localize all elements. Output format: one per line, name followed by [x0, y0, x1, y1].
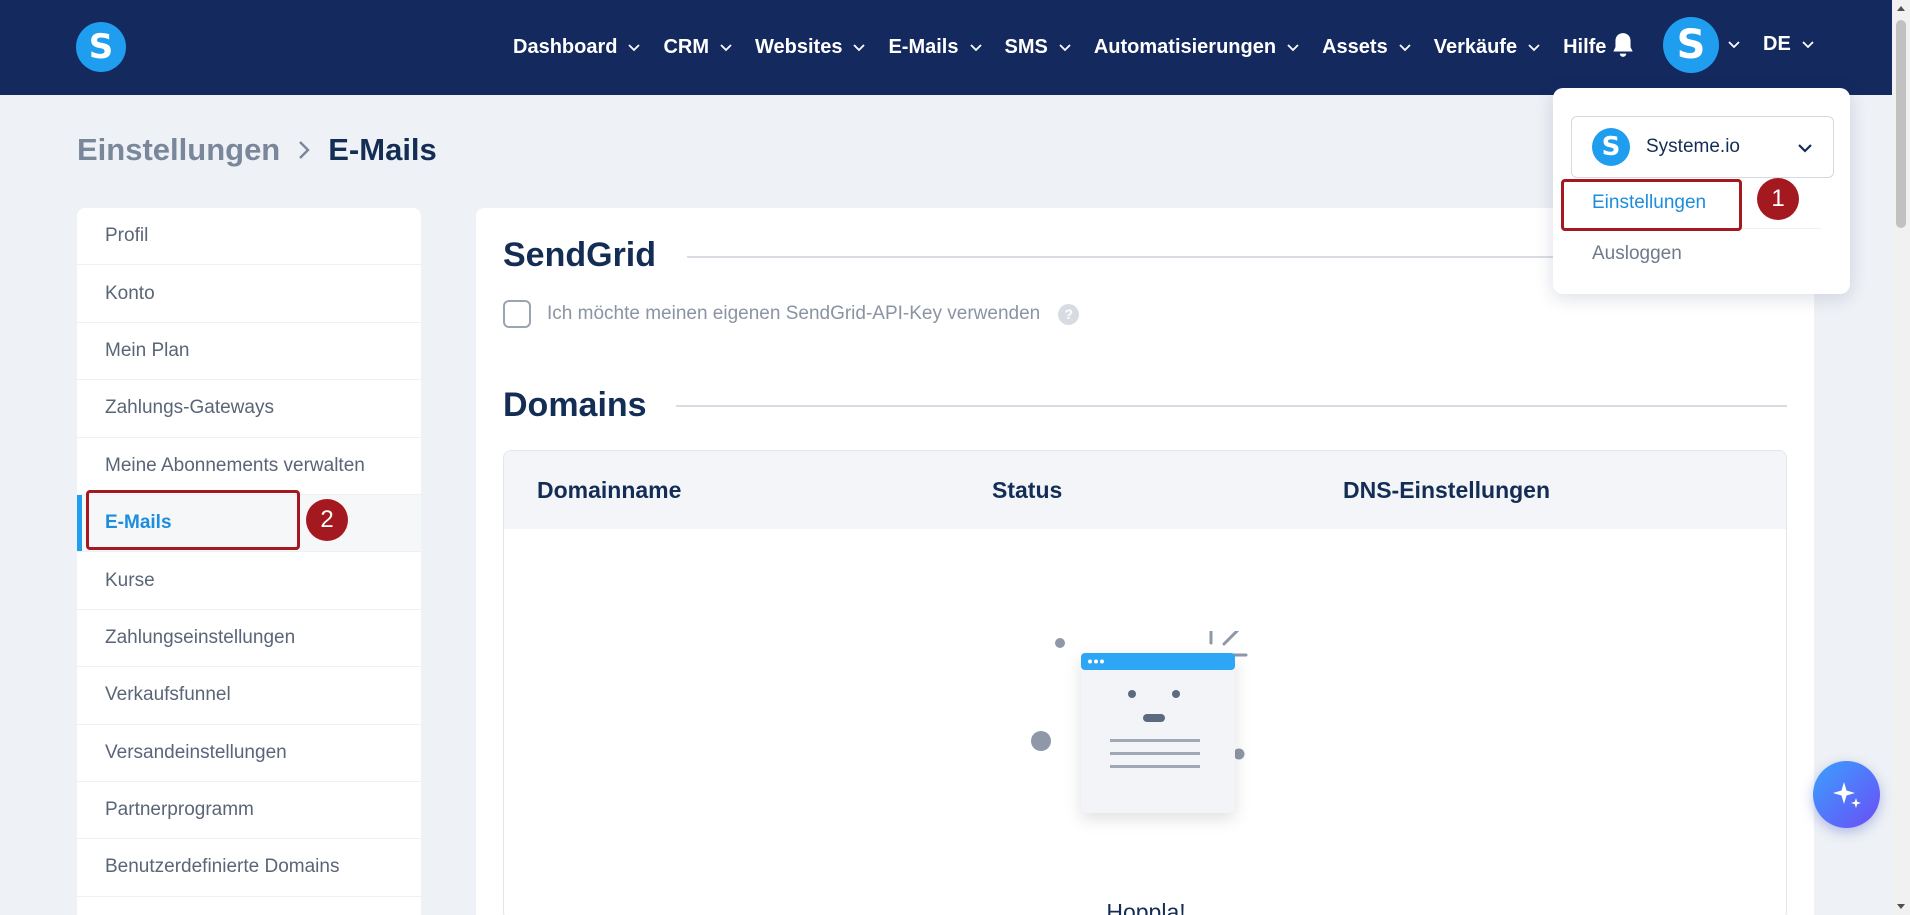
nav-item-label: Dashboard — [513, 36, 618, 58]
sidebar-item-zahlungseinstellungen[interactable]: Zahlungseinstellungen — [77, 610, 421, 668]
nav-item-hilfe[interactable]: Hilfe — [1563, 36, 1606, 59]
annotation-box-1 — [1561, 179, 1742, 231]
sendgrid-api-key-option: Ich möchte meinen eigenen SendGrid-API-K… — [503, 300, 1080, 328]
nav-item-assets[interactable]: Assets — [1322, 36, 1412, 59]
chevron-down-icon — [1798, 144, 1812, 153]
section-divider — [676, 405, 1787, 407]
sparkle-icon — [1832, 781, 1861, 808]
sidebar-item-verkaufsfunnel[interactable]: Verkaufsfunnel — [77, 667, 421, 725]
annotation-badge-1: 1 — [1757, 178, 1799, 220]
sidebar-item-benutzerdefinierte-domains[interactable]: Benutzerdefinierte Domains — [77, 839, 421, 897]
table-header: Domainname Status DNS-Einstellungen — [504, 451, 1786, 529]
sidebar-item-mein-plan[interactable]: Mein Plan — [77, 323, 421, 381]
account-switcher[interactable]: S Systeme.io — [1571, 116, 1834, 178]
main-content-card: SendGrid Ich möchte meinen eigenen SendG… — [476, 208, 1814, 915]
sidebar-item-partnerprogramm[interactable]: Partnerprogramm — [77, 782, 421, 840]
sendgrid-section-title: SendGrid — [503, 236, 657, 274]
domains-table: Domainname Status DNS-Einstellungen Hopp… — [503, 450, 1787, 915]
chevron-down-icon — [1399, 43, 1411, 51]
chevron-down-icon — [628, 43, 641, 51]
nav-item-label: SMS — [1004, 36, 1048, 58]
page-scrollbar[interactable] — [1892, 0, 1910, 915]
nav-item-label: Automatisierungen — [1093, 36, 1277, 58]
bell-icon[interactable] — [1610, 31, 1636, 59]
chevron-down-icon — [1287, 43, 1299, 51]
sidebar-item-profil[interactable]: Profil — [77, 208, 421, 266]
chevron-down-icon[interactable] — [1727, 38, 1741, 52]
language-label: DE — [1763, 33, 1791, 55]
empty-state-text: Hopplа! — [1106, 899, 1186, 915]
page-title: E-Mails — [328, 132, 437, 167]
chevron-down-icon — [969, 43, 982, 51]
nav-item-websites[interactable]: Websites — [755, 36, 866, 59]
ai-assistant-button[interactable] — [1813, 761, 1880, 828]
nav-item-sms[interactable]: SMS — [1005, 36, 1072, 59]
empty-state-illustration — [1031, 631, 1248, 813]
sendgrid-api-key-checkbox[interactable] — [503, 300, 531, 328]
nav-item-label: Assets — [1322, 36, 1388, 58]
sidebar-item-kurse[interactable]: Kurse — [77, 552, 421, 610]
annotation-box-2 — [86, 490, 300, 550]
top-navigation-bar: S Dashboard CRM Websites E-Mails SMS Automati… — [0, 0, 1892, 95]
chevron-down-icon — [853, 43, 866, 51]
chevron-down-icon — [1059, 43, 1071, 51]
nav-item-label: Verkäufe — [1433, 36, 1518, 58]
account-logo: S — [1592, 128, 1630, 166]
language-selector[interactable]: DE — [1763, 33, 1815, 56]
annotation-badge-2: 2 — [306, 499, 348, 541]
nav-item-label: CRM — [663, 36, 710, 58]
scrollbar-thumb[interactable] — [1896, 20, 1906, 228]
column-header-status: Status — [992, 477, 1063, 503]
main-nav: Dashboard CRM Websites E-Mails SMS Automatisi… — [513, 0, 1624, 95]
domains-section-title: Domains — [503, 386, 647, 424]
account-name: Systeme.io — [1646, 136, 1740, 157]
nav-item-dashboard[interactable]: Dashboard — [513, 36, 641, 59]
nav-item-label: Websites — [755, 36, 843, 58]
scroll-down-arrow[interactable] — [1897, 904, 1905, 909]
column-header-dns-settings: DNS-Einstellungen — [1343, 477, 1551, 503]
chevron-down-icon — [1802, 40, 1814, 48]
column-header-domainname: Domainname — [537, 477, 682, 503]
chevron-down-icon — [1528, 43, 1540, 51]
sidebar-item-versandeinstellungen[interactable]: Versandeinstellungen — [77, 725, 421, 782]
nav-item-crm[interactable]: CRM — [663, 36, 733, 59]
user-avatar[interactable]: S — [1663, 17, 1719, 73]
nav-item-verkäufe[interactable]: Verkäufe — [1434, 36, 1541, 59]
settings-sidebar: Profil Konto Mein Plan Zahlungs-Gateways Mei… — [77, 208, 421, 915]
sidebar-item-konto[interactable]: Konto — [77, 265, 421, 323]
nav-item-label: E-Mails — [888, 36, 959, 58]
sidebar-item-meine-abonnements-verwalten[interactable]: Meine Abonnements verwalten — [77, 438, 421, 495]
help-icon[interactable]: ? — [1058, 303, 1080, 325]
chevron-right-icon — [299, 141, 310, 159]
systeme-logo[interactable]: S — [76, 22, 126, 72]
sidebar-item-zahlungs-gateways[interactable]: Zahlungs-Gateways — [77, 380, 421, 438]
nav-item-automatisierungen[interactable]: Automatisierungen — [1094, 36, 1300, 59]
breadcrumb-parent[interactable]: Einstellungen — [77, 132, 280, 168]
nav-item-e-mails[interactable]: E-Mails — [888, 36, 982, 59]
scroll-up-arrow[interactable] — [1897, 6, 1905, 11]
sendgrid-api-key-label[interactable]: Ich möchte meinen eigenen SendGrid-API-K… — [547, 303, 1040, 325]
breadcrumb: Einstellungen E-Mails — [77, 132, 437, 168]
nav-item-label: Hilfe — [1563, 36, 1607, 58]
chevron-down-icon — [720, 43, 732, 51]
menu-item-logout[interactable]: Ausloggen — [1592, 243, 1682, 265]
